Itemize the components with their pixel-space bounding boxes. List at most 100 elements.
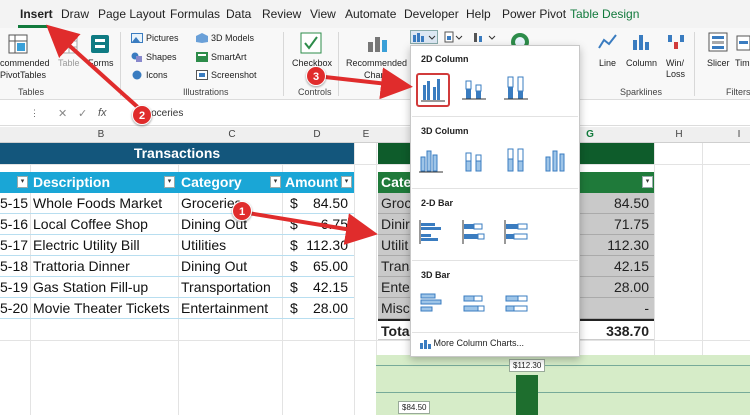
insert-column-chart-button[interactable] [410, 30, 438, 44]
summary-value-cell[interactable]: 28.00 [614, 279, 649, 295]
sparkline-winloss-icon[interactable] [666, 32, 686, 52]
3d-100-stacked-column-option[interactable] [501, 145, 535, 179]
3d-stacked-column-option[interactable] [459, 145, 493, 179]
description-cell[interactable]: Whole Foods Market [33, 195, 162, 211]
column-header-e[interactable]: E [356, 129, 376, 140]
date-cell[interactable]: 5-16 [0, 216, 28, 232]
tab-review[interactable]: Review [262, 7, 301, 21]
insert-waterfall-chart-button[interactable] [472, 30, 498, 44]
icons-icon[interactable] [131, 70, 143, 80]
worksheet-grid[interactable]: Transactions ▾ Description ▾ Category ▾ … [0, 143, 750, 415]
screenshot-button[interactable]: Screenshot [211, 70, 257, 80]
tab-developer[interactable]: Developer [404, 7, 459, 21]
table-icon[interactable] [60, 34, 78, 54]
description-cell[interactable]: Electric Utility Bill [33, 237, 140, 253]
summary-value-cell[interactable]: 42.15 [614, 258, 649, 274]
sparkline-line-icon[interactable] [598, 32, 618, 52]
tab-formulas[interactable]: Formulas [170, 7, 220, 21]
summary-value-cell[interactable]: - [644, 300, 649, 316]
table-row[interactable]: 5-19 Gas Station Fill-up Transportation … [0, 277, 354, 298]
column-header-b[interactable]: B [91, 129, 111, 140]
amount-cell[interactable]: 6.75 [321, 216, 348, 232]
confirm-entry-icon[interactable]: ✓ [78, 107, 87, 120]
date-cell[interactable]: 5-17 [0, 237, 28, 253]
table-row[interactable]: 5-15 Whole Foods Market Groceries $ 84.5… [0, 193, 354, 214]
summary-total-value[interactable]: 338.70 [606, 323, 649, 339]
more-column-charts-link[interactable]: More Column Charts... [419, 338, 524, 349]
tab-data[interactable]: Data [226, 7, 251, 21]
checkbox-icon[interactable] [300, 32, 322, 54]
table-row[interactable]: 5-17 Electric Utility Bill Utilities $ 1… [0, 235, 354, 256]
tab-draw[interactable]: Draw [61, 7, 89, 21]
description-cell[interactable]: Trattoria Dinner [33, 258, 130, 274]
sparkline-column-icon[interactable] [631, 32, 651, 52]
description-cell[interactable]: Local Coffee Shop [33, 216, 148, 232]
chart-bar[interactable] [516, 375, 538, 415]
cancel-entry-icon[interactable]: ✕ [58, 107, 67, 120]
summary-filter-button[interactable]: ▾ [642, 176, 653, 188]
shapes-icon[interactable] [131, 52, 143, 62]
smartart-button[interactable]: SmartArt [211, 52, 247, 62]
3d-column-option[interactable] [541, 145, 575, 179]
amount-cell[interactable]: 84.50 [313, 195, 348, 211]
tab-help[interactable]: Help [466, 7, 491, 21]
tab-view[interactable]: View [310, 7, 336, 21]
date-cell[interactable]: 5-19 [0, 279, 28, 295]
tab-insert[interactable]: Insert [20, 7, 53, 21]
timeline-icon[interactable] [736, 32, 750, 52]
100-stacked-bar-option[interactable] [501, 217, 535, 251]
summary-category-cell[interactable]: Misc [381, 300, 410, 316]
table-row[interactable]: 5-16 Local Coffee Shop Dining Out $ 6.75 [0, 214, 354, 235]
tab-page-layout[interactable]: Page Layout [98, 7, 165, 21]
slicer-icon[interactable] [708, 32, 728, 52]
name-box-dropdown[interactable]: ⋮ [30, 108, 39, 119]
description-cell[interactable]: Movie Theater Tickets [33, 300, 170, 316]
3d-models-icon[interactable] [196, 33, 208, 43]
category-filter-button[interactable]: ▾ [270, 176, 281, 188]
description-filter-button[interactable]: ▾ [164, 176, 175, 188]
column-header-c[interactable]: C [222, 129, 242, 140]
stacked-column-option[interactable] [459, 73, 493, 107]
column-header-h[interactable]: H [669, 129, 689, 140]
3d-models-button[interactable]: 3D Models [211, 33, 254, 43]
summary-category-cell[interactable]: Utilit [381, 237, 408, 253]
100-stacked-column-option[interactable] [501, 73, 535, 107]
table-row[interactable]: 5-18 Trattoria Dinner Dining Out $ 65.00 [0, 256, 354, 277]
column-header-g[interactable]: G [580, 129, 600, 140]
insert-function-button[interactable]: fx [98, 107, 107, 119]
amount-cell[interactable]: 42.15 [313, 279, 348, 295]
stacked-bar-option[interactable] [459, 217, 493, 251]
summary-category-cell[interactable]: Groc [381, 195, 411, 211]
summary-value-cell[interactable]: 84.50 [614, 195, 649, 211]
summary-value-cell[interactable]: 71.75 [614, 216, 649, 232]
summary-value-cell[interactable]: 112.30 [607, 237, 649, 253]
recommended-charts-icon[interactable] [366, 32, 388, 54]
column-header-i[interactable]: I [729, 129, 749, 140]
category-cell[interactable]: Transportation [181, 279, 271, 295]
smartart-icon[interactable] [196, 52, 208, 62]
pictures-icon[interactable] [131, 33, 143, 43]
column-chart-preview[interactable]: $112.30 $84.50 [376, 355, 750, 415]
shapes-button[interactable]: Shapes [146, 52, 177, 62]
amount-cell[interactable]: 28.00 [313, 300, 348, 316]
summary-category-cell[interactable]: Dinir [381, 216, 410, 232]
amount-cell[interactable]: 65.00 [313, 258, 348, 274]
pictures-button[interactable]: Pictures [146, 33, 179, 43]
tab-table-design[interactable]: Table Design [570, 7, 639, 21]
recommended-pivottables-icon[interactable] [8, 34, 28, 54]
amount-filter-button[interactable]: ▾ [341, 176, 352, 188]
category-cell[interactable]: Dining Out [181, 258, 247, 274]
category-cell[interactable]: Entertainment [181, 300, 268, 316]
date-cell[interactable]: 5-15 [0, 195, 28, 211]
description-cell[interactable]: Gas Station Fill-up [33, 279, 148, 295]
screenshot-icon[interactable] [196, 70, 208, 80]
clustered-column-option[interactable] [416, 73, 450, 107]
3d-stacked-bar-option[interactable] [459, 289, 493, 323]
date-filter-button[interactable]: ▾ [17, 176, 28, 188]
clustered-bar-option[interactable] [416, 217, 450, 251]
forms-icon[interactable] [90, 34, 110, 54]
3d-100-stacked-bar-option[interactable] [501, 289, 535, 323]
amount-cell[interactable]: 112.30 [306, 237, 348, 253]
date-cell[interactable]: 5-18 [0, 258, 28, 274]
table-row[interactable]: 5-20 Movie Theater Tickets Entertainment… [0, 298, 354, 319]
